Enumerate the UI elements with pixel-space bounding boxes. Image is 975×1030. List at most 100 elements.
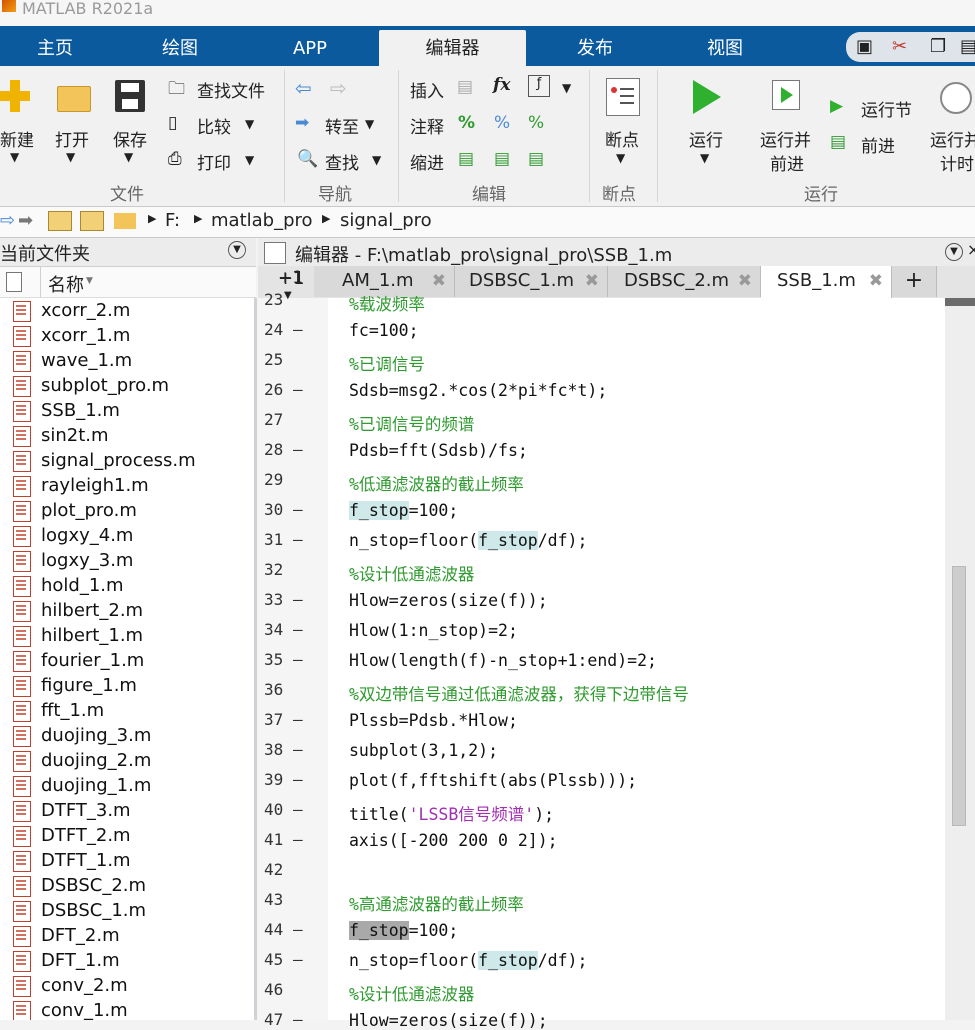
- tab-apps[interactable]: APP: [250, 32, 370, 66]
- add-tab-button[interactable]: +: [892, 266, 937, 297]
- tab-plots[interactable]: 绘图: [120, 32, 240, 66]
- close-tab-icon[interactable]: ✖: [738, 266, 752, 296]
- file-list-item[interactable]: logxy_3.m: [0, 548, 254, 573]
- find-button[interactable]: 查找: [325, 149, 359, 174]
- tab-dsbsc-2[interactable]: DSBSC_2.m ✖: [608, 266, 761, 297]
- path-drive[interactable]: F:: [165, 210, 180, 231]
- breakpoints-button[interactable]: 断点: [605, 126, 639, 151]
- breakpoint-marker[interactable]: —: [293, 710, 303, 729]
- file-list-item[interactable]: rayleigh1.m: [0, 473, 254, 498]
- insert-dropdown-icon[interactable]: ▼: [562, 81, 571, 95]
- close-tab-icon[interactable]: ✖: [585, 266, 599, 296]
- file-list-item[interactable]: fourier_1.m: [0, 648, 254, 673]
- breakpoint-marker[interactable]: —: [293, 500, 303, 519]
- file-list-item[interactable]: wave_1.m: [0, 348, 254, 373]
- breakpoint-marker[interactable]: —: [293, 920, 303, 939]
- compare-button[interactable]: 比较: [197, 113, 231, 138]
- run-button[interactable]: 运行: [689, 126, 723, 151]
- file-list-item[interactable]: hilbert_2.m: [0, 598, 254, 623]
- up-folder-icon[interactable]: [48, 211, 72, 231]
- save-dropdown-icon[interactable]: ▼: [124, 150, 133, 164]
- file-list-item[interactable]: DFT_2.m: [0, 923, 254, 948]
- file-list-item[interactable]: figure_1.m: [0, 673, 254, 698]
- code-line[interactable]: Hlow(length(f)-n_stop+1:end)=2;: [349, 651, 657, 670]
- breakpoints-dropdown-icon[interactable]: ▼: [616, 151, 625, 165]
- tab-editor[interactable]: 编辑器: [379, 30, 526, 66]
- code-line[interactable]: n_stop=floor(f_stop/df);: [349, 951, 587, 970]
- file-list-item[interactable]: DTFT_2.m: [0, 823, 254, 848]
- comment-percent-icon[interactable]: %: [458, 113, 475, 133]
- run-section-button[interactable]: 运行节: [861, 96, 912, 121]
- compare-dropdown-icon[interactable]: ▼: [245, 117, 254, 131]
- breakpoint-marker[interactable]: —: [293, 950, 303, 969]
- tab-publish[interactable]: 发布: [535, 32, 655, 66]
- code-line[interactable]: n_stop=floor(f_stop/df);: [349, 531, 587, 550]
- run-and-time-button[interactable]: 运行并: [930, 126, 975, 151]
- insert-section-icon[interactable]: ▤: [457, 77, 473, 97]
- new-button[interactable]: 新建: [0, 126, 34, 151]
- code-line[interactable]: Hlow(1:n_stop)=2;: [349, 621, 518, 640]
- run-and-advance-button[interactable]: 运行并: [760, 126, 811, 151]
- forward-icon[interactable]: ➡: [18, 210, 33, 231]
- file-list-item[interactable]: conv_1.m: [0, 998, 254, 1020]
- code-line[interactable]: Hlow=zeros(size(f));: [349, 591, 548, 610]
- code-line[interactable]: Hlow=zeros(size(f));: [349, 1011, 548, 1030]
- file-list-item[interactable]: signal_process.m: [0, 448, 254, 473]
- goto-dropdown-icon[interactable]: ▼: [365, 117, 374, 131]
- code-line[interactable]: %低通滤波器的截止频率: [349, 471, 524, 495]
- open-button[interactable]: 打开: [55, 126, 89, 151]
- code-line[interactable]: f_stop=100;: [349, 501, 458, 520]
- tab-dsbsc-1[interactable]: DSBSC_1.m ✖: [455, 266, 608, 297]
- run-dropdown-icon[interactable]: ▼: [700, 151, 709, 165]
- tab-ssb-1[interactable]: SSB_1.m ✖: [761, 266, 892, 298]
- file-list-item[interactable]: hold_1.m: [0, 573, 254, 598]
- code-line[interactable]: %设计低通滤波器: [349, 981, 474, 1005]
- file-list-item[interactable]: plot_pro.m: [0, 498, 254, 523]
- find-files-button[interactable]: 查找文件: [197, 77, 265, 102]
- scrollbar-thumb[interactable]: [952, 566, 966, 826]
- goto-button[interactable]: 转至: [325, 113, 359, 138]
- file-list-item[interactable]: duojing_2.m: [0, 748, 254, 773]
- code-line[interactable]: subplot(3,1,2);: [349, 741, 498, 760]
- breakpoint-marker[interactable]: —: [293, 620, 303, 639]
- forward-arrow-icon[interactable]: ⇨: [330, 76, 347, 100]
- code-line[interactable]: %高通滤波器的截止频率: [349, 891, 524, 915]
- new-dropdown-icon[interactable]: ▼: [10, 150, 19, 164]
- tab-home[interactable]: 主页: [0, 32, 110, 66]
- code-line[interactable]: title('LSSB信号频谱');: [349, 801, 554, 825]
- increase-indent-icon[interactable]: ▤: [494, 149, 510, 169]
- find-dropdown-icon[interactable]: ▼: [372, 153, 381, 167]
- code-line[interactable]: %双边带信号通过低通滤波器，获得下边带信号: [349, 681, 689, 705]
- save-icon[interactable]: ▣: [856, 36, 873, 57]
- save-button[interactable]: 保存: [113, 126, 147, 151]
- breakpoint-marker[interactable]: —: [293, 530, 303, 549]
- path-folder-signal-pro[interactable]: signal_pro: [340, 210, 432, 231]
- path-folder-matlab-pro[interactable]: matlab_pro: [211, 210, 313, 231]
- file-list-item[interactable]: duojing_1.m: [0, 773, 254, 798]
- breakpoint-marker[interactable]: —: [293, 650, 303, 669]
- file-list-item[interactable]: DSBSC_2.m: [0, 873, 254, 898]
- code-line[interactable]: Pdsb=fft(Sdsb)/fs;: [349, 441, 528, 460]
- code-line[interactable]: %已调信号的频谱: [349, 411, 474, 435]
- back-arrow-icon[interactable]: ⇦: [295, 76, 312, 100]
- breakpoint-marker[interactable]: —: [293, 320, 303, 339]
- code-line[interactable]: plot(f,fftshift(abs(Plssb)));: [349, 771, 637, 790]
- file-list-item[interactable]: duojing_3.m: [0, 723, 254, 748]
- close-tab-icon[interactable]: ✖: [869, 266, 883, 296]
- breakpoint-marker[interactable]: —: [293, 380, 303, 399]
- breakpoint-marker[interactable]: —: [293, 590, 303, 609]
- fx-button[interactable]: fx: [493, 75, 510, 95]
- decrease-indent-icon[interactable]: ▤: [528, 149, 544, 169]
- tab-view[interactable]: 视图: [665, 32, 785, 66]
- name-column-header[interactable]: 名称: [48, 271, 84, 297]
- browse-folder-icon[interactable]: [80, 211, 104, 231]
- run-and-advance-label-2[interactable]: 前进: [770, 150, 804, 175]
- code-line[interactable]: fc=100;: [349, 321, 419, 340]
- breakpoint-marker[interactable]: —: [293, 440, 303, 459]
- insert-function-icon[interactable]: ƒ: [528, 75, 550, 97]
- file-list-item[interactable]: subplot_pro.m: [0, 373, 254, 398]
- file-list-item[interactable]: DSBSC_1.m: [0, 898, 254, 923]
- wrap-comments-icon[interactable]: %: [528, 113, 544, 133]
- smart-indent-icon[interactable]: ▤: [458, 149, 474, 169]
- file-list-item[interactable]: xcorr_1.m: [0, 323, 254, 348]
